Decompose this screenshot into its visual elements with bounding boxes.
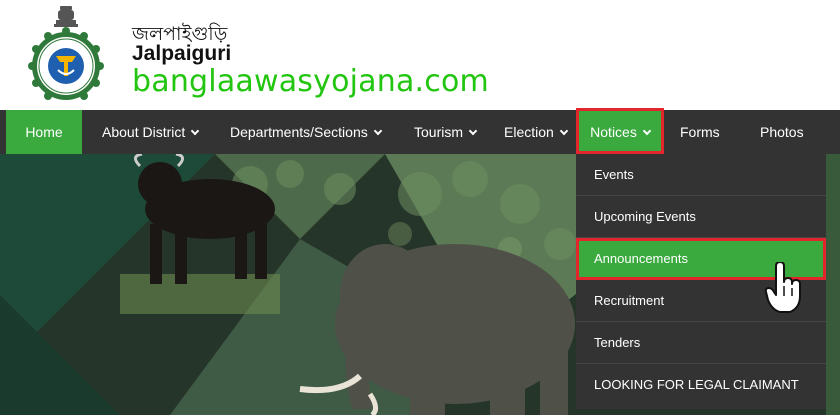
dropdown-item-tenders[interactable]: Tenders <box>576 322 826 364</box>
nav-photos[interactable]: Photos <box>760 110 804 154</box>
dropdown-item-label: Events <box>594 167 634 182</box>
nav-notices-label: Notices <box>590 124 637 140</box>
dropdown-item-label: Tenders <box>594 335 641 350</box>
district-name-english: Jalpaiguri <box>132 42 232 65</box>
chevron-down-icon <box>373 126 382 136</box>
nav-home-label: Home <box>25 124 63 140</box>
dropdown-item-legal-claimant[interactable]: LOOKING FOR LEGAL CLAIMANT <box>576 364 826 406</box>
nav-departments-label: Departments/Sections <box>230 124 368 140</box>
dropdown-item-label: Announcements <box>594 251 688 266</box>
nav-photos-label: Photos <box>760 124 804 140</box>
nav-about-district-label: About District <box>102 124 186 140</box>
nav-notices[interactable]: Notices <box>576 108 664 154</box>
nav-forms[interactable]: Forms <box>680 110 720 154</box>
nav-forms-label: Forms <box>680 124 720 140</box>
chevron-down-icon <box>642 126 652 136</box>
nav-election[interactable]: Election <box>504 110 569 154</box>
dropdown-item-label: Recruitment <box>594 293 665 308</box>
nav-election-label: Election <box>504 124 554 140</box>
dropdown-item-label: Upcoming Events <box>594 209 696 224</box>
nav-about-district[interactable]: About District <box>102 110 200 154</box>
main-navbar: Home About District Departments/Sections… <box>0 110 840 154</box>
site-header: জলপাইগুড়ি Jalpaiguri banglaawasyojana.c… <box>0 0 840 110</box>
dropdown-item-label: LOOKING FOR LEGAL CLAIMANT <box>594 377 799 392</box>
district-emblem-icon[interactable] <box>28 4 104 102</box>
watermark-text: banglaawasyojana.com <box>132 64 489 99</box>
nav-departments-sections[interactable]: Departments/Sections <box>230 110 382 154</box>
nav-tourism-label: Tourism <box>414 124 464 140</box>
chevron-down-icon <box>559 126 569 136</box>
nav-home[interactable]: Home <box>6 110 82 154</box>
chevron-down-icon <box>468 126 478 136</box>
hand-pointer-icon <box>764 262 801 313</box>
nav-tourism[interactable]: Tourism <box>414 110 478 154</box>
chevron-down-icon <box>191 126 200 136</box>
dropdown-item-upcoming-events[interactable]: Upcoming Events <box>576 196 826 238</box>
dropdown-item-events[interactable]: Events <box>576 154 826 196</box>
